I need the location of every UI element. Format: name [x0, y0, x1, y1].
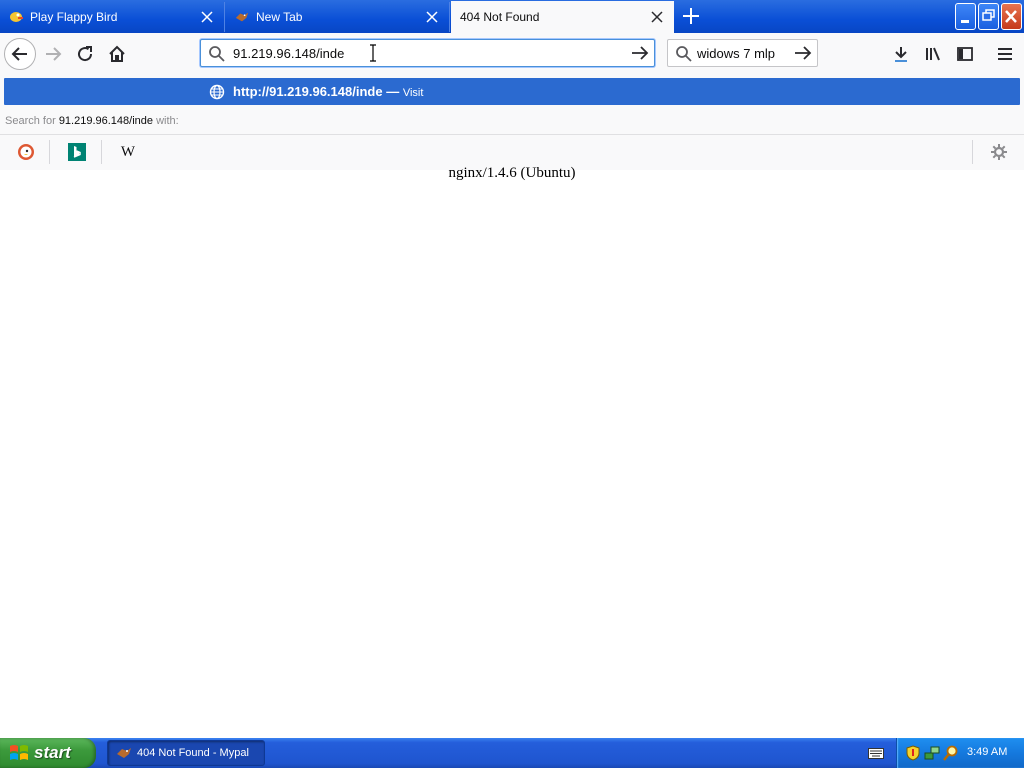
server-signature: nginx/1.4.6 (Ubuntu)	[448, 165, 576, 181]
navigation-toolbar: 91.219.96.148/inde widows 7 mlp	[0, 33, 1024, 76]
home-button[interactable]	[102, 39, 132, 69]
search-for-query: 91.219.96.148/inde	[58, 115, 154, 127]
forward-button[interactable]	[38, 39, 68, 69]
minimize-button[interactable]	[955, 3, 976, 30]
flappy-bird-icon	[9, 10, 23, 24]
visit-separator: —	[382, 84, 403, 99]
search-for-prefix: Search for	[5, 115, 59, 127]
close-tab-icon[interactable]	[200, 10, 214, 24]
page-content: nginx/1.4.6 (Ubuntu)	[0, 165, 1024, 738]
home-icon	[109, 45, 125, 62]
restore-button[interactable]	[978, 3, 999, 30]
search-input[interactable]: widows 7 mlp	[697, 46, 775, 61]
url-bar[interactable]: 91.219.96.148/inde	[200, 39, 655, 67]
separator	[49, 140, 50, 164]
download-icon	[895, 47, 907, 62]
plus-icon	[683, 8, 699, 24]
system-tray: 3:49 AM	[896, 738, 1024, 768]
clock: 3:49 AM	[967, 746, 1008, 758]
search-go-arrow-icon[interactable]	[794, 45, 812, 61]
search-for-label: Search for 91.219.96.148/inde with:	[5, 115, 179, 127]
tab-play-flappy-bird[interactable]: Play Flappy Bird	[0, 2, 225, 32]
visit-url-text: http://91.219.96.148/inde	[233, 84, 383, 99]
close-window-button[interactable]	[1001, 3, 1022, 30]
taskbar-item-label: 404 Not Found - Mypal	[137, 747, 249, 759]
tab-strip: Play Flappy Bird New Tab 404 Not Found	[0, 0, 1024, 33]
mypal-icon	[117, 748, 131, 758]
back-arrow-icon	[11, 47, 27, 61]
library-button[interactable]	[918, 39, 948, 69]
search-settings-button[interactable]	[989, 142, 1009, 162]
tab-label: Play Flappy Bird	[30, 10, 118, 24]
new-tab-button[interactable]	[680, 5, 702, 27]
url-autocomplete-dropdown: http://91.219.96.148/inde — Visit Search…	[0, 75, 1024, 172]
close-tab-icon[interactable]	[650, 10, 664, 24]
hamburger-menu-icon	[998, 48, 1012, 60]
menu-button[interactable]	[990, 39, 1020, 69]
library-icon	[926, 47, 940, 61]
separator	[972, 140, 973, 164]
keyboard-icon[interactable]	[868, 748, 884, 759]
tab-404-not-found[interactable]: 404 Not Found	[451, 1, 674, 33]
sidebar-button[interactable]	[950, 39, 980, 69]
globe-icon	[209, 84, 225, 100]
forward-arrow-icon	[46, 47, 62, 61]
security-shield-icon[interactable]	[906, 745, 920, 761]
gear-icon	[991, 144, 1007, 160]
tab-label: 404 Not Found	[460, 10, 540, 24]
taskbar-item-mypal[interactable]: 404 Not Found - Mypal	[107, 740, 265, 766]
start-button[interactable]: start	[0, 738, 96, 768]
search-icon	[676, 46, 692, 62]
start-label: start	[34, 743, 71, 762]
text-cursor-icon	[370, 44, 376, 62]
downloads-button[interactable]	[886, 39, 916, 69]
reload-icon	[78, 46, 93, 62]
mypal-icon	[235, 10, 249, 24]
minimize-icon	[961, 20, 969, 23]
wikipedia-icon[interactable]: W	[118, 142, 138, 162]
search-engines-row: W	[0, 134, 1024, 169]
separator	[101, 140, 102, 164]
sidebar-icon	[957, 47, 973, 61]
tab-label: New Tab	[256, 10, 303, 24]
bing-icon[interactable]	[67, 142, 87, 162]
go-arrow-icon[interactable]	[631, 45, 649, 61]
reload-button[interactable]	[70, 39, 100, 69]
search-icon	[209, 46, 225, 62]
close-tab-icon[interactable]	[425, 10, 439, 24]
wikipedia-glyph: W	[120, 143, 136, 160]
search-for-suffix: with:	[153, 115, 179, 127]
tab-new-tab[interactable]: New Tab	[226, 2, 450, 32]
search-magnifier-icon[interactable]	[943, 745, 959, 761]
visit-action-text: Visit	[402, 87, 424, 99]
back-button[interactable]	[4, 38, 36, 70]
duckduckgo-icon[interactable]	[16, 142, 36, 162]
search-bar[interactable]: widows 7 mlp	[667, 39, 818, 67]
restore-icon	[982, 9, 995, 21]
network-icon[interactable]	[924, 745, 940, 761]
visit-url-row[interactable]: http://91.219.96.148/inde — Visit	[4, 78, 1020, 105]
url-input[interactable]: 91.219.96.148/inde	[233, 46, 344, 61]
close-icon	[1005, 10, 1017, 23]
taskbar: start 404 Not Found - Mypal 3:49 AM	[0, 738, 1024, 768]
windows-logo-icon	[10, 745, 28, 760]
